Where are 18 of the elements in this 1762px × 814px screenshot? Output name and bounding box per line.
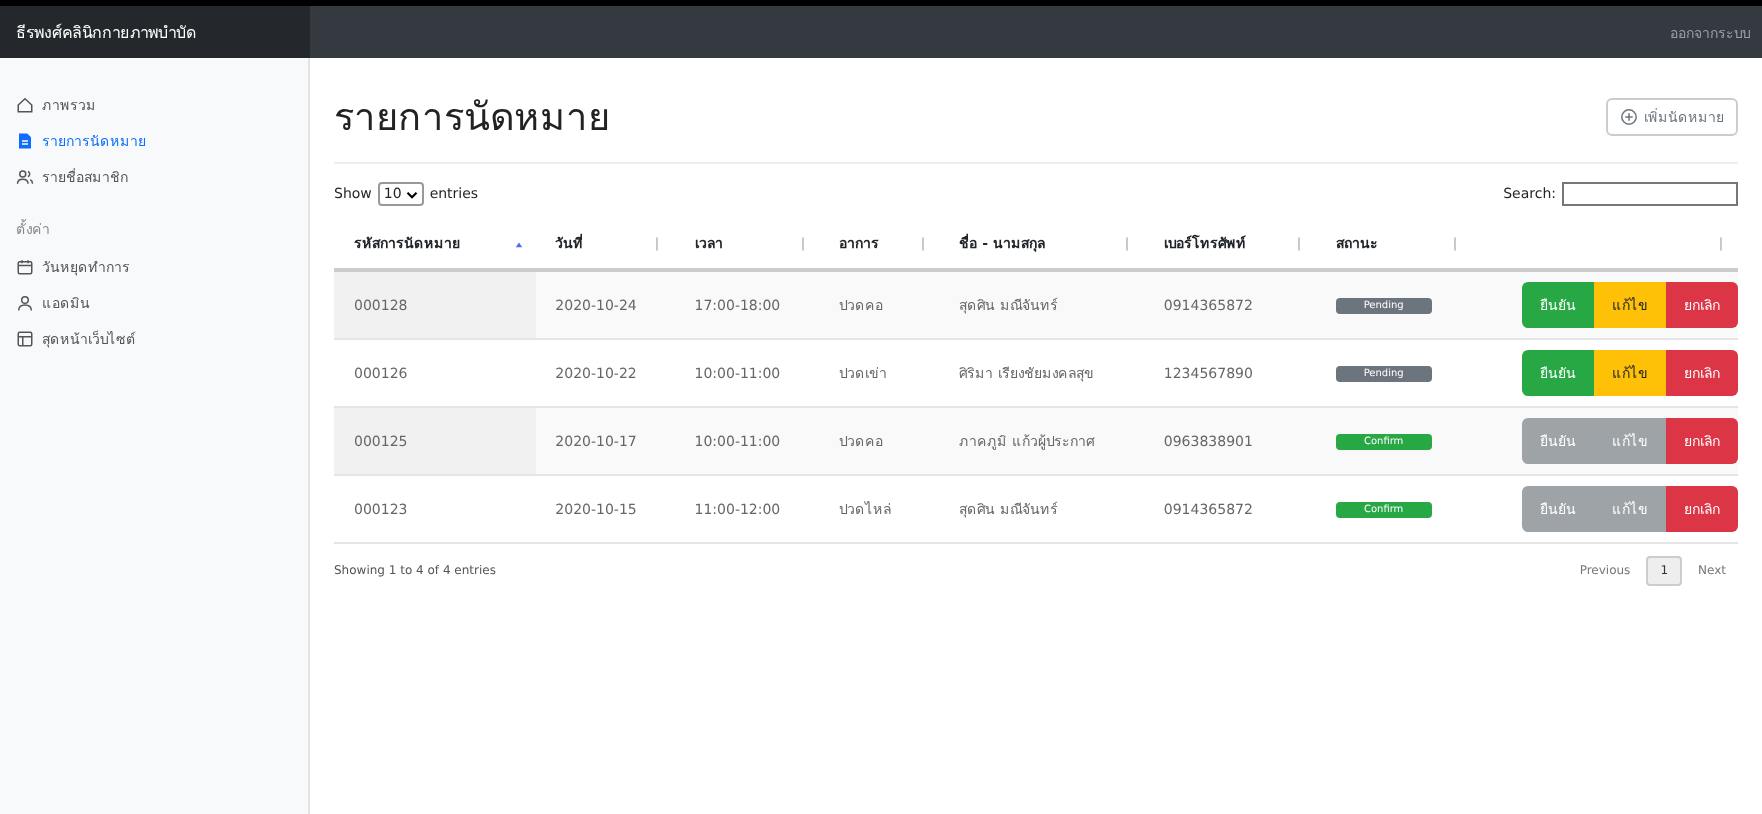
sort-icon — [652, 235, 663, 251]
sort-icon — [1450, 235, 1461, 251]
brand-title[interactable]: ธีรพงศ์คลินิกกายภาพบำบัด — [0, 6, 310, 58]
home-icon — [16, 95, 34, 113]
user-icon — [16, 293, 34, 311]
sort-icon — [797, 235, 808, 251]
calendar-icon — [16, 257, 34, 275]
sort-icon — [1293, 235, 1304, 251]
sort-icon — [1716, 235, 1726, 251]
search-field[interactable] — [1562, 182, 1738, 206]
caret-icon — [405, 189, 418, 199]
plus-circle-icon — [1620, 107, 1638, 125]
page-title: รายการนัดหมาย — [334, 94, 610, 144]
users-icon — [16, 167, 34, 185]
sort-icon — [917, 235, 928, 251]
layout-icon — [16, 329, 34, 347]
sort-icon — [1121, 235, 1132, 251]
file-icon — [16, 131, 34, 149]
